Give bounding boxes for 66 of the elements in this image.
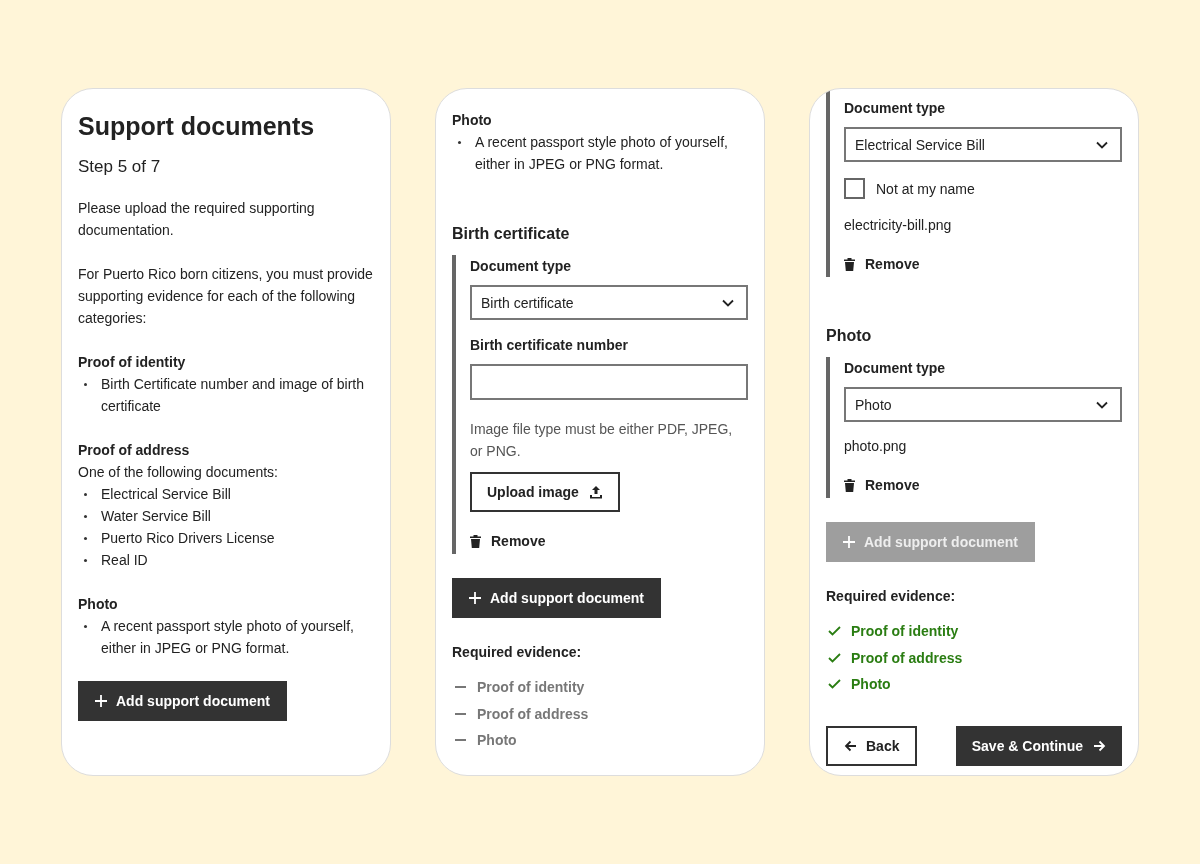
field-label: Birth certificate number (470, 336, 629, 354)
trash-icon (844, 257, 855, 271)
instruction-text: Please upload the required supporting documentation. (78, 199, 316, 240)
checkbox[interactable] (844, 178, 865, 199)
field-label: Document type (844, 359, 947, 377)
save-continue-button[interactable]: Save & Continue (955, 725, 1122, 766)
bullet-icon (458, 141, 461, 144)
back-button[interactable]: Back (826, 725, 918, 766)
arrow-left-icon (844, 739, 857, 752)
bullet-icon (84, 515, 87, 518)
bullet-icon (84, 625, 87, 628)
page-title: Support documents (78, 111, 316, 142)
bullet-text: A recent passport style photo of yourself, either in JPEG or PNG format. (475, 133, 729, 174)
category-title: Proof of address (78, 441, 191, 460)
remove-button[interactable]: Remove (844, 476, 920, 494)
upload-icon (588, 485, 603, 499)
evidence-item: Photo (477, 732, 517, 749)
bullet-text: A recent passport style photo of yourself, either in JPEG or PNG format. (101, 617, 355, 658)
document-type-dropdown[interactable]: Birth certificate (470, 285, 748, 320)
section-heading: Birth certificate (452, 225, 571, 243)
upload-button[interactable]: Upload image (470, 472, 620, 512)
step-indicator: Step 5 of 7 (78, 157, 162, 177)
remove-button[interactable]: Remove (844, 255, 920, 273)
evidence-title: Required evidence: (452, 644, 583, 660)
checkbox-label: Not at my name (876, 180, 975, 197)
field-label: Document type (470, 257, 573, 275)
evidence-title: Required evidence: (826, 588, 957, 604)
category-title: Proof of identity (78, 353, 187, 372)
add-document-button[interactable]: Add support document (452, 578, 661, 618)
bullet-text: Real ID (101, 551, 148, 570)
category-title: Photo (452, 111, 493, 130)
chevron-icon (1096, 140, 1108, 149)
evidence-item: Proof of address (851, 649, 963, 666)
plus-icon (843, 536, 855, 548)
input-field[interactable] (470, 364, 748, 400)
bullet-text: Birth Certificate number and image of birth certificate (101, 375, 365, 416)
bullet-text: Electrical Service Bill (101, 485, 231, 504)
bullet-icon (84, 537, 87, 540)
chevron-icon (1096, 400, 1108, 409)
hint-text: Image file type must be either PDF, JPEG, or PNG. (470, 420, 734, 461)
evidence-item: Photo (851, 676, 891, 693)
file-name: electricity-bill.png (844, 217, 953, 233)
section-heading: Photo (826, 327, 873, 345)
remove-button[interactable]: Remove (470, 532, 546, 550)
category-intro: One of the following documents: (78, 463, 279, 482)
evidence-item: Proof of address (477, 705, 589, 722)
document-type-dropdown[interactable]: Electrical Service Bill (844, 127, 1122, 162)
bullet-text: Water Service Bill (101, 507, 211, 526)
trash-icon (844, 478, 855, 492)
file-name: photo.png (844, 438, 908, 454)
evidence-item: Proof of identity (851, 623, 959, 640)
add-document-button[interactable]: Add support document (78, 681, 287, 721)
chevron-icon (722, 298, 734, 307)
arrow-right-icon (1093, 739, 1106, 752)
plus-icon (95, 695, 107, 707)
trash-icon (470, 534, 481, 548)
bullet-text: Puerto Rico Drivers License (101, 529, 275, 548)
bullet-icon (84, 383, 87, 386)
field-label: Document type (844, 99, 947, 117)
plus-icon (469, 592, 481, 604)
document-type-dropdown[interactable]: Photo (844, 387, 1122, 422)
bullet-icon (84, 559, 87, 562)
evidence-item: Proof of identity (477, 679, 585, 696)
bullet-icon (84, 493, 87, 496)
category-title: Photo (78, 595, 119, 614)
instruction-text: For Puerto Rico born citizens, you must provide supporting evidence for each of the following categories: (78, 265, 374, 328)
